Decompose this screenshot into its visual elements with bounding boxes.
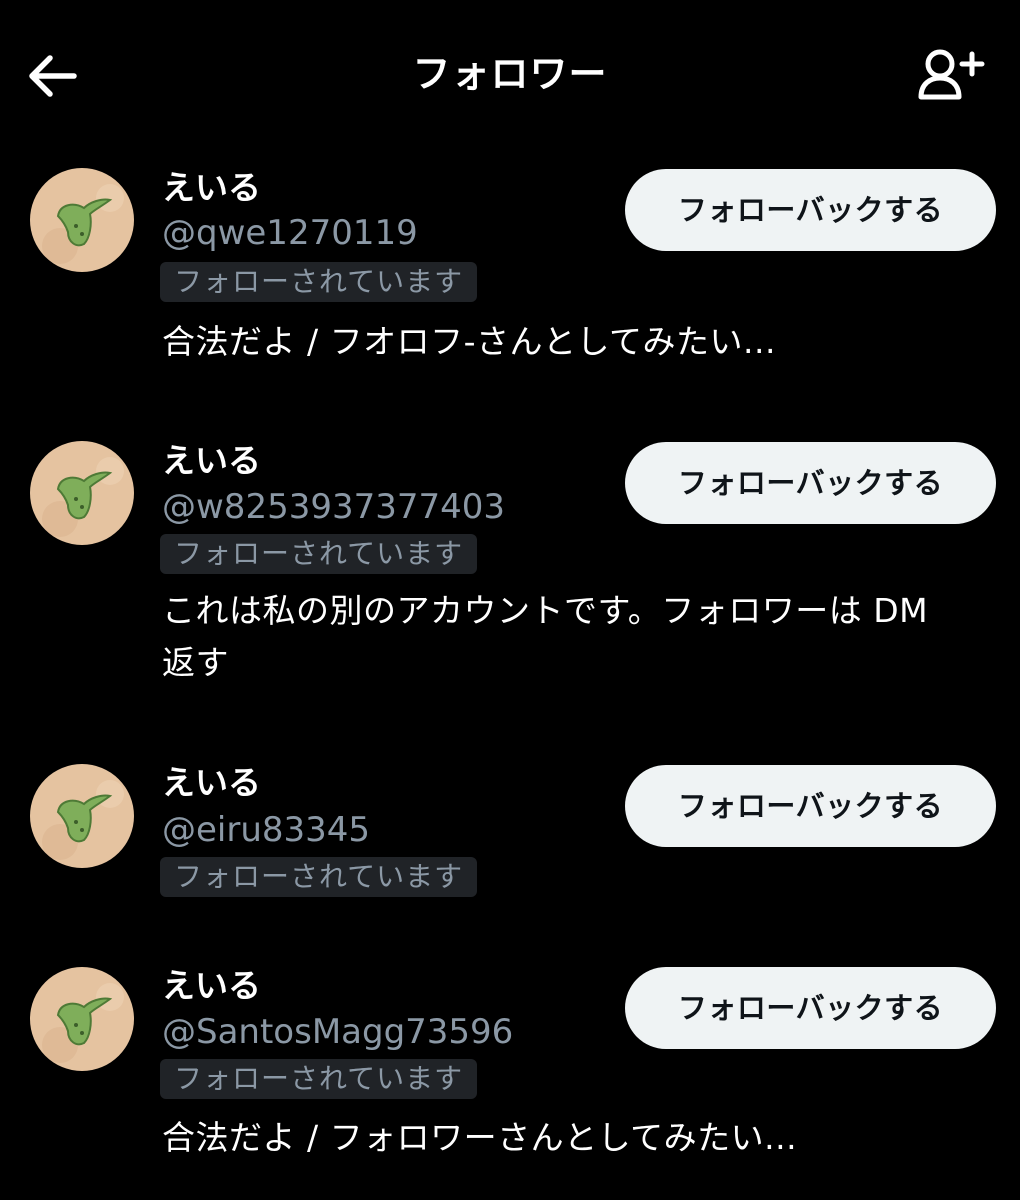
username: @qwe1270119 bbox=[162, 213, 418, 253]
follows-you-badge: フォローされています bbox=[160, 1059, 478, 1099]
follow-back-button[interactable]: フォローバックする bbox=[625, 967, 996, 1049]
person-add-icon bbox=[918, 49, 985, 100]
username: @SantosMagg73596 bbox=[162, 1012, 514, 1052]
top-bar: フォロワー bbox=[0, 0, 1020, 150]
bio-text: これは私の別のアカウントです。フォロワーは DM 返す bbox=[162, 591, 929, 682]
avatar[interactable] bbox=[30, 967, 134, 1071]
cactus-avatar-icon bbox=[30, 764, 134, 868]
follow-back-button[interactable]: フォローバックする bbox=[625, 442, 996, 524]
bio-text: 合法だよ / フォロワーさんとしてみたい... bbox=[162, 1118, 798, 1157]
follows-you-badge: フォローされています bbox=[160, 857, 478, 897]
follow-back-button[interactable]: フォローバックする bbox=[625, 169, 996, 251]
follows-you-badge: フォローされています bbox=[160, 534, 478, 574]
add-user-button[interactable] bbox=[910, 42, 990, 110]
cactus-avatar-icon bbox=[30, 441, 134, 545]
page-title: フォロワー bbox=[412, 52, 608, 96]
bio-text: 合法だよ / フオロフ-さんとしてみたい... bbox=[162, 322, 776, 361]
follows-you-badge: フォローされています bbox=[160, 262, 478, 302]
avatar[interactable] bbox=[30, 764, 134, 868]
display-name: えいる bbox=[162, 168, 261, 207]
display-name: えいる bbox=[162, 763, 261, 802]
follow-back-button[interactable]: フォローバックする bbox=[625, 765, 996, 847]
cactus-avatar-icon bbox=[30, 967, 134, 1071]
cactus-avatar-icon bbox=[30, 168, 134, 272]
display-name: えいる bbox=[162, 966, 261, 1005]
avatar[interactable] bbox=[30, 441, 134, 545]
display-name: えいる bbox=[162, 441, 261, 480]
username: @w8253937377403 bbox=[162, 487, 506, 527]
username: @eiru83345 bbox=[162, 810, 371, 850]
avatar[interactable] bbox=[30, 168, 134, 272]
